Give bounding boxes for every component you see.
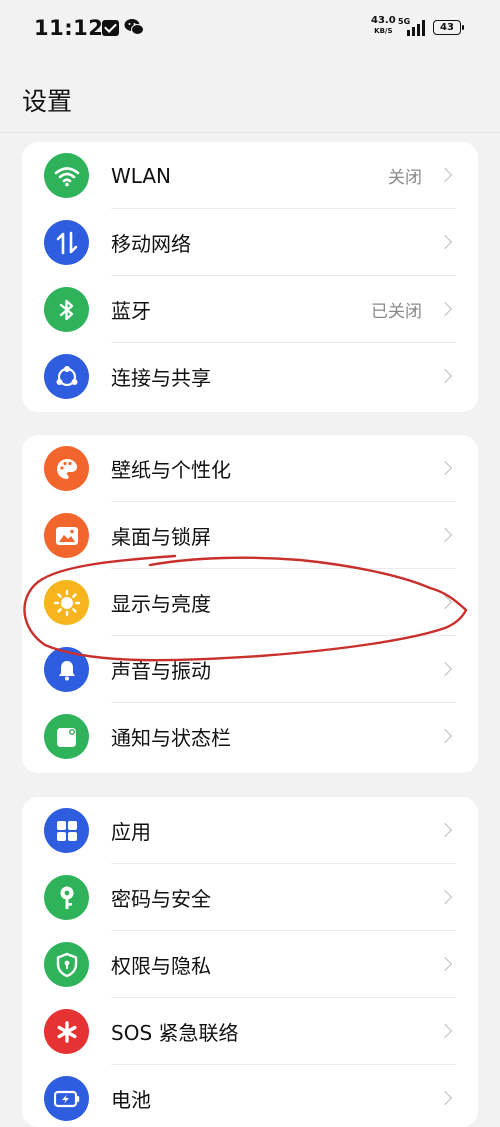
settings-item-bluetooth[interactable]: 蓝牙 已关闭 — [22, 276, 478, 343]
bell-icon — [44, 647, 89, 692]
settings-item-label: 壁纸与个性化 — [111, 458, 231, 482]
settings-item-battery[interactable]: 电池 — [22, 1065, 478, 1127]
share-icon — [44, 354, 89, 399]
chevron-right-icon — [437, 1090, 453, 1106]
apps-icon — [44, 808, 89, 853]
key-icon — [44, 875, 89, 920]
signal-icon — [407, 20, 425, 36]
battery-icon — [44, 1076, 89, 1121]
settings-item-label: 显示与亮度 — [111, 592, 211, 616]
status-bar: 11:12 43.0 KB/S 5G 43 — [0, 0, 500, 58]
settings-item-bell[interactable]: 声音与振动 — [22, 636, 478, 703]
page-title: 设置 — [22, 87, 73, 116]
settings-item-label: WLAN — [111, 163, 172, 188]
sos-icon — [44, 1009, 89, 1054]
chevron-right-icon — [437, 728, 453, 744]
chevron-right-icon — [437, 956, 453, 972]
status-time: 11:12 — [34, 16, 104, 40]
chevron-right-icon — [437, 889, 453, 905]
settings-item-wifi[interactable]: WLAN 关闭 — [22, 142, 478, 209]
settings-item-label: 通知与状态栏 — [111, 726, 231, 750]
settings-item-label: 密码与安全 — [111, 887, 211, 911]
settings-item-share[interactable]: 连接与共享 — [22, 343, 478, 410]
settings-item-label: SOS 紧急联络 — [111, 1021, 239, 1045]
settings-group-system: 应用密码与安全权限与隐私 SOS 紧急联络 电池 — [22, 797, 478, 1127]
chevron-right-icon — [437, 167, 453, 183]
settings-item-label: 声音与振动 — [111, 659, 211, 683]
settings-item-label: 连接与共享 — [111, 366, 211, 390]
wifi-icon — [44, 153, 89, 198]
settings-item-label: 应用 — [111, 820, 151, 844]
battery-indicator: 43 — [433, 20, 464, 35]
wechat-icon — [124, 19, 144, 35]
settings-item-apps[interactable]: 应用 — [22, 797, 478, 864]
settings-item-mobile-data[interactable]: 移动网络 — [22, 209, 478, 276]
settings-item-label: 电池 — [111, 1088, 151, 1112]
chevron-right-icon — [437, 1023, 453, 1039]
chevron-right-icon — [437, 368, 453, 384]
settings-item-value: 关闭 — [388, 168, 422, 188]
settings-item-sun[interactable]: 显示与亮度 — [22, 569, 478, 636]
mobile-data-icon — [44, 220, 89, 265]
bluetooth-icon — [44, 287, 89, 332]
chevron-right-icon — [437, 234, 453, 250]
header-divider — [0, 132, 500, 133]
sun-icon — [44, 580, 89, 625]
settings-item-label: 桌面与锁屏 — [111, 525, 211, 549]
settings-item-palette[interactable]: 壁纸与个性化 — [22, 435, 478, 502]
chevron-right-icon — [437, 822, 453, 838]
chevron-right-icon — [437, 460, 453, 476]
settings-item-notification[interactable]: 通知与状态栏 — [22, 703, 478, 770]
settings-item-label: 权限与隐私 — [111, 954, 211, 978]
network-speed: 43.0 KB/S — [371, 16, 396, 36]
settings-item-label: 蓝牙 — [111, 299, 151, 323]
mail-notification-icon — [102, 20, 119, 36]
settings-group-personalization: 壁纸与个性化 桌面与锁屏显示与亮度声音与振动通知与状态栏 — [22, 435, 478, 773]
network-speed-value: 43.0 — [371, 15, 396, 26]
chevron-right-icon — [437, 594, 453, 610]
chevron-right-icon — [437, 527, 453, 543]
image-icon — [44, 513, 89, 558]
settings-item-shield[interactable]: 权限与隐私 — [22, 931, 478, 998]
shield-icon — [44, 942, 89, 987]
settings-item-image[interactable]: 桌面与锁屏 — [22, 502, 478, 569]
settings-item-key[interactable]: 密码与安全 — [22, 864, 478, 931]
chevron-right-icon — [437, 661, 453, 677]
settings-item-sos[interactable]: SOS 紧急联络 — [22, 998, 478, 1065]
chevron-right-icon — [437, 301, 453, 317]
settings-item-label: 移动网络 — [111, 232, 191, 256]
notification-icon — [44, 714, 89, 759]
settings-group-connectivity: WLAN 关闭移动网络蓝牙 已关闭连接与共享 — [22, 142, 478, 412]
network-speed-unit: KB/S — [374, 27, 393, 35]
palette-icon — [44, 446, 89, 491]
settings-item-value: 已关闭 — [371, 302, 422, 322]
